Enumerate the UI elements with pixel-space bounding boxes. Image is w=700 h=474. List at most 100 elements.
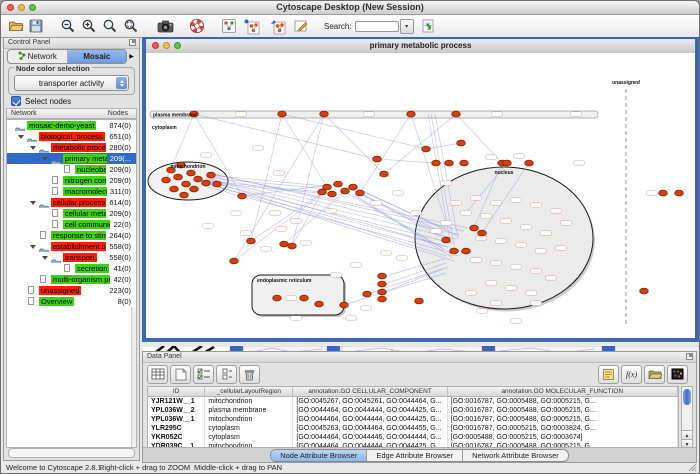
table-cell[interactable]: YPL036W__2 bbox=[148, 406, 205, 415]
node-label-box[interactable] bbox=[253, 146, 264, 150]
table-cell[interactable]: mitochondrion bbox=[205, 397, 293, 406]
network-node[interactable] bbox=[207, 172, 216, 178]
node-label-box[interactable] bbox=[511, 265, 522, 269]
table-cell[interactable]: YJR121W__1 bbox=[148, 397, 205, 406]
scrollbar-thumb[interactable] bbox=[683, 389, 691, 405]
network-node[interactable] bbox=[450, 248, 459, 254]
table-scrollbar[interactable]: ▲ ▼ bbox=[681, 386, 693, 450]
network-node[interactable] bbox=[363, 291, 372, 297]
column-header[interactable]: ID bbox=[148, 387, 205, 396]
network-node[interactable] bbox=[442, 237, 451, 243]
network-node[interactable] bbox=[640, 288, 649, 294]
node-label-box[interactable] bbox=[476, 236, 487, 240]
table-cell[interactable]: cytoplasm bbox=[205, 433, 293, 442]
tree-item-multi-organism-pro[interactable]: multi-organism pro42(0) bbox=[7, 274, 136, 285]
network-canvas[interactable]: plasma membranecytoplasmmitochondrionnuc… bbox=[146, 53, 695, 338]
help-icon[interactable] bbox=[188, 17, 206, 35]
edge[interactable] bbox=[324, 114, 384, 174]
network-node[interactable] bbox=[380, 171, 389, 177]
network-node[interactable] bbox=[407, 111, 416, 117]
disclosure-triangle-icon[interactable] bbox=[42, 157, 48, 161]
table-cell[interactable]: mitochondrion bbox=[205, 415, 293, 424]
node-label-box[interactable] bbox=[351, 263, 362, 267]
network-node[interactable] bbox=[288, 243, 297, 249]
node-label-box[interactable] bbox=[511, 319, 522, 323]
network-from-selected-nodes-icon[interactable] bbox=[242, 17, 260, 35]
network-node[interactable] bbox=[328, 191, 337, 197]
node-label-box[interactable] bbox=[536, 249, 547, 253]
matrix-browser-icon[interactable] bbox=[667, 365, 688, 384]
table-cell[interactable]: [GO:0045267, GO:0045261, GO:0044464, G..… bbox=[293, 397, 447, 406]
node-label-box[interactable] bbox=[541, 231, 552, 235]
network-from-selected-edges-icon[interactable] bbox=[268, 17, 286, 35]
network-node[interactable] bbox=[340, 302, 349, 308]
node-label-box[interactable] bbox=[301, 241, 312, 245]
network-graph[interactable]: plasma membranecytoplasmmitochondrionnuc… bbox=[146, 53, 695, 338]
node-label-box[interactable] bbox=[201, 153, 212, 157]
table-row[interactable]: YPL036W__2plasma membrane[GO:0044464, GO… bbox=[148, 406, 678, 415]
network-node[interactable] bbox=[378, 296, 387, 302]
network-node[interactable] bbox=[230, 258, 239, 264]
tree-item-unassigned[interactable]: unassigned223(0) bbox=[7, 285, 136, 296]
control-panel-horizontal-scrollbar[interactable] bbox=[8, 448, 135, 458]
attribute-table-icon[interactable] bbox=[147, 365, 168, 384]
search-input[interactable] bbox=[355, 21, 399, 32]
table-cell[interactable]: YKR052C bbox=[148, 433, 205, 442]
node-label-box[interactable] bbox=[531, 301, 542, 305]
network-node[interactable] bbox=[187, 170, 196, 176]
node-label-box[interactable] bbox=[241, 231, 252, 235]
network-node[interactable] bbox=[422, 146, 431, 152]
node-label-box[interactable] bbox=[346, 316, 357, 320]
node-label-box[interactable] bbox=[496, 239, 507, 243]
tab-network-attribute-browser[interactable]: Network Attribute Browser bbox=[463, 450, 568, 461]
tree-item-establishment-of-lo[interactable]: establishment of lo558(0) bbox=[7, 241, 136, 252]
node-label-box[interactable] bbox=[521, 225, 532, 229]
float-panel-icon[interactable] bbox=[686, 353, 693, 360]
delete-attribute-icon[interactable] bbox=[239, 365, 260, 384]
network-node[interactable] bbox=[334, 181, 343, 187]
network-node[interactable] bbox=[213, 181, 222, 187]
node-label-box[interactable] bbox=[556, 246, 567, 250]
node-label-box[interactable] bbox=[326, 209, 337, 213]
disclosure-triangle-icon[interactable] bbox=[18, 135, 24, 139]
tree-item-metabolic-process[interactable]: metabolic process280(0) bbox=[7, 142, 136, 153]
float-panel-icon[interactable] bbox=[129, 39, 136, 46]
table-row[interactable]: YLR295Ccytoplasm[GO:0045263, GO:0044464,… bbox=[148, 424, 678, 433]
network-node[interactable] bbox=[460, 160, 469, 166]
node-label-box[interactable] bbox=[291, 316, 302, 320]
network-node[interactable] bbox=[457, 140, 466, 146]
network-node[interactable] bbox=[280, 241, 289, 247]
network-node[interactable] bbox=[378, 273, 387, 279]
table-cell[interactable]: [GO:0044464, GO:0044444, GO:0044425, G..… bbox=[293, 406, 447, 415]
column-header[interactable]: _cellularLayoutRegion bbox=[205, 387, 293, 396]
node-label-box[interactable] bbox=[526, 291, 537, 295]
node-label-box[interactable] bbox=[431, 229, 442, 233]
network-node[interactable] bbox=[432, 160, 441, 166]
node-label-box[interactable] bbox=[203, 224, 214, 228]
network-node[interactable] bbox=[349, 184, 358, 190]
tab-overflow-arrow-icon[interactable]: ▶ bbox=[127, 50, 136, 63]
table-cell[interactable]: [GO:0016787, GO:0005488, GO:0005215, G..… bbox=[448, 397, 678, 406]
zoom-out-icon[interactable] bbox=[59, 17, 77, 35]
node-label-box[interactable] bbox=[491, 301, 502, 305]
edge[interactable] bbox=[194, 114, 377, 159]
import-table-icon[interactable] bbox=[419, 17, 437, 35]
network-node[interactable] bbox=[190, 186, 199, 192]
network-node[interactable] bbox=[194, 176, 203, 182]
network-node[interactable] bbox=[320, 111, 329, 117]
node-label-box[interactable] bbox=[516, 243, 527, 247]
edge[interactable] bbox=[344, 273, 446, 305]
table-row[interactable]: YJR121W__1mitochondrion[GO:0045267, GO:0… bbox=[148, 397, 678, 406]
node-label-box[interactable] bbox=[514, 154, 525, 158]
table-cell[interactable]: [GO:0016787, GO:0005488, GO:0005215, G..… bbox=[448, 415, 678, 424]
network-view-titlebar[interactable]: primary metabolic process bbox=[146, 39, 695, 54]
network-node[interactable] bbox=[180, 192, 189, 198]
annotations-icon[interactable] bbox=[292, 17, 310, 35]
node-label-box[interactable] bbox=[471, 196, 482, 200]
node-label-box[interactable] bbox=[451, 201, 462, 205]
save-icon[interactable] bbox=[27, 17, 45, 35]
node-label-box[interactable] bbox=[511, 198, 522, 202]
network-node[interactable] bbox=[273, 295, 282, 301]
edge[interactable] bbox=[251, 114, 282, 241]
node-label-box[interactable] bbox=[506, 286, 517, 290]
